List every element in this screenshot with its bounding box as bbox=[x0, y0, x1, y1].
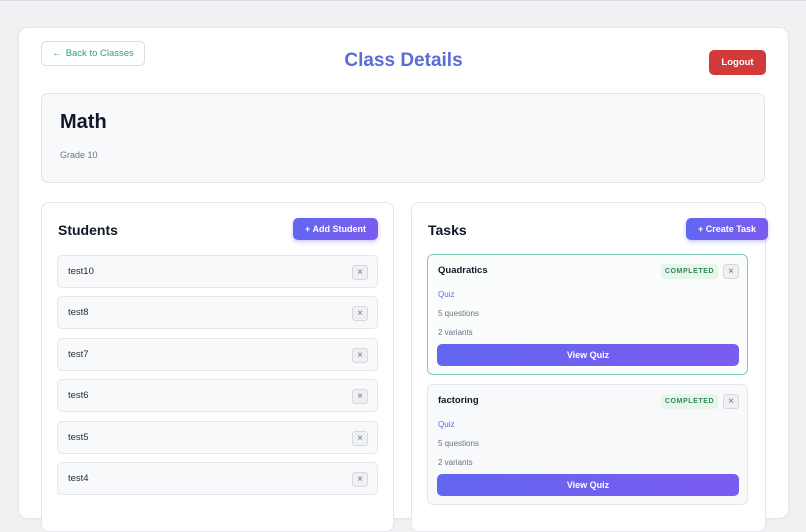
student-row: test6 × bbox=[57, 379, 378, 412]
task-title: factoring bbox=[438, 395, 479, 406]
task-type: Quiz bbox=[438, 290, 455, 299]
close-icon: × bbox=[728, 396, 734, 407]
task-question-count: 5 questions bbox=[438, 439, 479, 448]
students-title: Students bbox=[58, 222, 118, 238]
page-title: Class Details bbox=[344, 50, 463, 71]
remove-student-button[interactable]: × bbox=[352, 431, 368, 446]
student-row: test4 × bbox=[57, 462, 378, 495]
close-icon: × bbox=[357, 474, 363, 485]
status-badge: COMPLETED bbox=[661, 264, 718, 279]
close-icon: × bbox=[357, 308, 363, 319]
class-grade: Grade 10 bbox=[60, 150, 98, 160]
create-task-button[interactable]: + Create Task bbox=[686, 218, 768, 240]
student-name: test4 bbox=[68, 473, 89, 484]
task-title: Quadratics bbox=[438, 265, 488, 276]
task-card: factoring COMPLETED × Quiz 5 questions 2… bbox=[427, 384, 748, 505]
class-info-card: Math Grade 10 bbox=[41, 93, 765, 183]
close-icon: × bbox=[357, 433, 363, 444]
task-variant-count: 2 variants bbox=[438, 328, 473, 337]
delete-task-button[interactable]: × bbox=[723, 264, 739, 279]
close-icon: × bbox=[357, 267, 363, 278]
student-row: test10 × bbox=[57, 255, 378, 288]
student-name: test7 bbox=[68, 349, 89, 360]
remove-student-button[interactable]: × bbox=[352, 389, 368, 404]
student-row: test8 × bbox=[57, 296, 378, 329]
logout-button[interactable]: Logout bbox=[709, 50, 766, 75]
task-variant-count: 2 variants bbox=[438, 458, 473, 467]
task-question-count: 5 questions bbox=[438, 309, 479, 318]
view-quiz-button[interactable]: View Quiz bbox=[437, 344, 739, 366]
window-top-border bbox=[0, 0, 806, 1]
main-card: ← Back to Classes Class Details Logout M… bbox=[18, 27, 789, 532]
student-row: test7 × bbox=[57, 338, 378, 371]
add-student-button[interactable]: + Add Student bbox=[293, 218, 378, 240]
view-quiz-button[interactable]: View Quiz bbox=[437, 474, 739, 496]
close-icon: × bbox=[357, 391, 363, 402]
status-badge: COMPLETED bbox=[661, 394, 718, 409]
remove-student-button[interactable]: × bbox=[352, 306, 368, 321]
task-card: Quadratics COMPLETED × Quiz 5 questions … bbox=[427, 254, 748, 375]
students-panel: Students + Add Student test10 × test8 × … bbox=[41, 202, 394, 532]
student-name: test6 bbox=[68, 390, 89, 401]
tasks-title: Tasks bbox=[428, 222, 467, 238]
class-name: Math bbox=[60, 111, 107, 133]
delete-task-button[interactable]: × bbox=[723, 394, 739, 409]
remove-student-button[interactable]: × bbox=[352, 265, 368, 280]
remove-student-button[interactable]: × bbox=[352, 472, 368, 487]
remove-student-button[interactable]: × bbox=[352, 348, 368, 363]
student-name: test8 bbox=[68, 307, 89, 318]
close-icon: × bbox=[728, 266, 734, 277]
task-type: Quiz bbox=[438, 420, 455, 429]
tasks-panel: Tasks + Create Task Quadratics COMPLETED… bbox=[411, 202, 768, 532]
student-name: test5 bbox=[68, 432, 89, 443]
student-row: test5 × bbox=[57, 421, 378, 454]
close-icon: × bbox=[357, 350, 363, 361]
student-name: test10 bbox=[68, 266, 94, 277]
